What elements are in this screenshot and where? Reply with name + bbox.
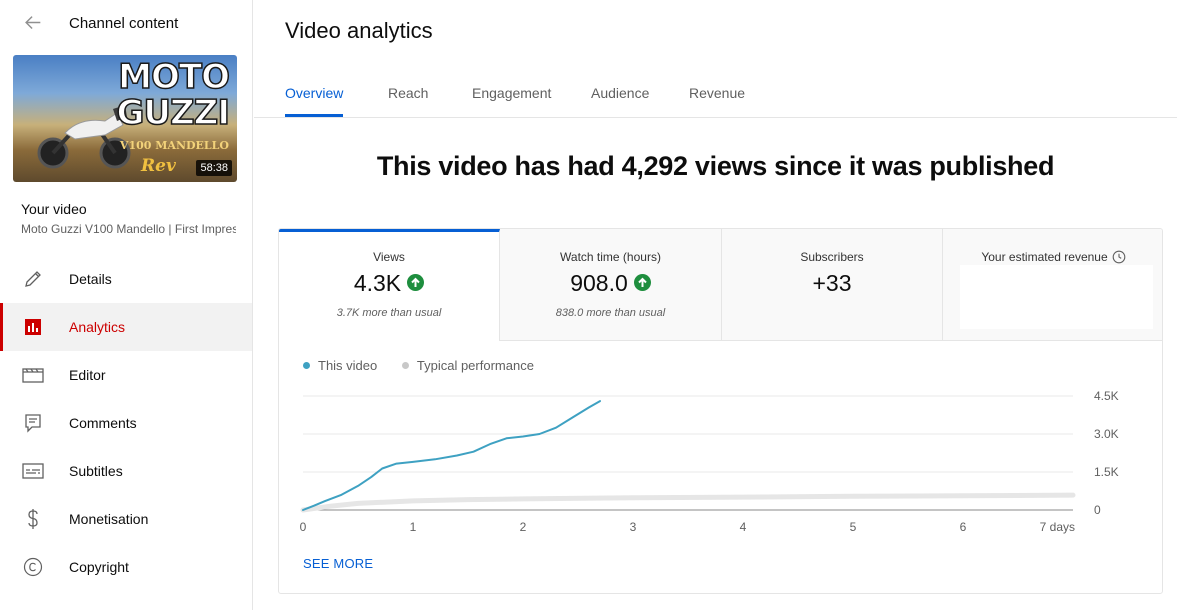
sidebar: Channel content MOTO GUZZI V100 MANDELLO… <box>0 0 253 610</box>
sidebar-item-label: Analytics <box>69 319 126 335</box>
legend-item-this-video: This video <box>303 358 377 373</box>
see-more-link[interactable]: SEE MORE <box>303 556 373 571</box>
trend-up-icon <box>633 274 651 292</box>
y-tick-label: 1.5K <box>1094 465 1119 479</box>
metric-title: Views <box>373 250 405 264</box>
legend-label: Typical performance <box>416 358 534 373</box>
sidebar-item-label: Monetisation <box>69 511 149 527</box>
page-title: Video analytics <box>285 18 433 43</box>
x-tick-label: 5 <box>850 520 857 534</box>
analytics-tabs: Overview Reach Engagement Audience Reven… <box>254 70 1177 118</box>
thumbnail-title: MOTO GUZZI <box>116 57 231 133</box>
metric-value: +33 <box>812 270 852 296</box>
metric-value: 908.0 <box>570 270 628 296</box>
active-tab-indicator <box>285 114 343 117</box>
legend-dot <box>401 362 409 370</box>
sidebar-item-subtitles[interactable]: Subtitles <box>0 447 252 495</box>
metric-subscribers[interactable]: Subscribers +33 <box>722 229 943 341</box>
y-tick-label: 4.5K <box>1094 389 1119 403</box>
sidebar-item-label: Editor <box>69 367 106 383</box>
legend-item-typical: Typical performance <box>401 358 534 373</box>
trend-up-icon <box>407 274 425 292</box>
thumbnail-subtitle: V100 MANDELLO <box>119 139 229 152</box>
metric-value-row: 4.3K <box>279 270 499 297</box>
analytics-icon <box>22 317 44 337</box>
sidebar-item-analytics[interactable]: Analytics <box>0 303 252 351</box>
tab-engagement[interactable]: Engagement <box>472 85 551 101</box>
legend-label: This video <box>318 358 378 373</box>
back-arrow-icon[interactable] <box>22 12 44 34</box>
x-tick-label: 3 <box>630 520 637 534</box>
analytics-card: Views 4.3K 3.7K more than usual Watch ti… <box>278 228 1163 594</box>
comment-icon <box>22 413 44 433</box>
metric-title: Your estimated revenue <box>981 250 1108 264</box>
metric-subtext: 838.0 more than usual <box>555 307 666 319</box>
series-line-this-video <box>302 400 601 511</box>
sidebar-item-label: Subtitles <box>69 463 123 479</box>
sidebar-item-label: Copyright <box>69 559 129 575</box>
pencil-icon <box>22 269 44 289</box>
x-tick-label: 7 days <box>1040 520 1075 534</box>
metric-tabs: Views 4.3K 3.7K more than usual Watch ti… <box>279 229 1162 341</box>
tab-audience[interactable]: Audience <box>591 85 649 101</box>
metric-value-row: 908.0 <box>500 270 721 297</box>
video-title[interactable]: Moto Guzzi V100 Mandello | First Impress… <box>21 222 236 236</box>
tab-overview[interactable]: Overview <box>285 85 343 101</box>
metric-value: 4.3K <box>353 270 402 296</box>
tab-reach[interactable]: Reach <box>388 85 428 101</box>
series-line-typical-performance <box>300 492 1076 513</box>
your-video-label: Your video <box>21 201 87 217</box>
sidebar-item-editor[interactable]: Editor <box>0 351 252 399</box>
sidebar-item-comments[interactable]: Comments <box>0 399 252 447</box>
sidebar-item-details[interactable]: Details <box>0 255 252 303</box>
sidebar-item-label: Comments <box>69 415 137 431</box>
metric-title: Subscribers <box>800 250 864 264</box>
legend-dot <box>303 362 310 370</box>
sidebar-item-monetisation[interactable]: Monetisation <box>0 495 252 543</box>
x-tick-label: 0 <box>300 520 307 534</box>
video-duration: 58:38 <box>196 160 232 176</box>
revenue-placeholder <box>960 265 1153 329</box>
thumbnail-title-line1: MOTO <box>117 57 230 97</box>
sidebar-header: Channel content <box>0 0 252 46</box>
x-tick-label: 4 <box>740 520 747 534</box>
dollar-icon <box>22 509 44 529</box>
y-tick-label: 3.0K <box>1094 427 1119 441</box>
views-line-chart: 0 1.5K 3.0K 4.5K 0 1 2 3 4 5 6 7 days <box>300 389 1119 534</box>
tab-revenue[interactable]: Revenue <box>689 85 745 101</box>
views-headline: This video has had 4,292 views since it … <box>376 151 1055 181</box>
y-tick-label: 0 <box>1094 503 1101 517</box>
sidebar-item-copyright[interactable]: Copyright <box>0 543 252 591</box>
subtitles-icon <box>22 461 44 481</box>
thumbnail-brand: Rev <box>141 156 176 176</box>
clapperboard-icon <box>22 365 44 385</box>
sidebar-item-label: Details <box>69 271 112 287</box>
channel-content-title[interactable]: Channel content <box>69 15 178 32</box>
clock-icon <box>1112 250 1126 264</box>
metric-estimated-revenue[interactable]: Your estimated revenue <box>943 229 1162 341</box>
metric-title-row: Your estimated revenue <box>943 250 1162 265</box>
thumbnail-title-line2: GUZZI <box>116 93 231 133</box>
sidebar-nav: Details Analytics Editor Comments Subtit… <box>0 255 252 591</box>
x-tick-label: 1 <box>410 520 417 534</box>
x-tick-label: 2 <box>520 520 527 534</box>
metric-views[interactable]: Views 4.3K 3.7K more than usual <box>279 229 500 341</box>
main-content: Video analytics Overview Reach Engagemen… <box>254 0 1177 610</box>
metric-watch-time[interactable]: Watch time (hours) 908.0 838.0 more than… <box>500 229 722 341</box>
video-thumbnail[interactable]: MOTO GUZZI V100 MANDELLO Rev 58:38 <box>13 55 237 182</box>
metric-title: Watch time (hours) <box>560 250 661 264</box>
chart-legend: This video Typical performance <box>303 358 555 373</box>
x-tick-label: 6 <box>960 520 967 534</box>
metric-subtext: 3.7K more than usual <box>336 307 442 319</box>
copyright-icon <box>22 557 44 577</box>
